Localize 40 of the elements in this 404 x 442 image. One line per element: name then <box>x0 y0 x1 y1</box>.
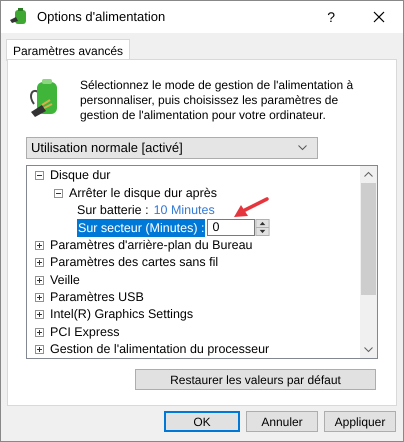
tab[interactable]: Paramètres avancés <box>6 39 130 61</box>
expand-icon[interactable] <box>35 258 44 268</box>
minutes-input[interactable]: 0 <box>207 219 256 236</box>
tree-item[interactable]: Paramètres des cartes sans fil <box>50 253 218 272</box>
window-title: Options d'alimentation <box>37 8 166 26</box>
tree-item[interactable]: PCI Express <box>50 322 120 342</box>
expand-icon[interactable] <box>35 276 44 285</box>
tree-item[interactable]: Gestion de l'alimentation du processeur <box>50 340 270 358</box>
tree-item[interactable]: Veille <box>50 270 80 290</box>
close-icon[interactable] <box>373 11 385 23</box>
collapse-icon[interactable] <box>35 171 44 180</box>
restore-defaults-button[interactable]: Restaurer les valeurs par défaut <box>135 369 376 390</box>
expand-icon[interactable] <box>35 328 44 337</box>
setting-value-link[interactable]: 10 Minutes <box>154 201 215 220</box>
scroll-up-icon[interactable] <box>364 171 373 177</box>
scrollbar[interactable] <box>360 166 377 358</box>
tree-item[interactable]: Paramètres d'arrière-plan du Bureau <box>50 236 252 255</box>
dialog-button[interactable]: OK <box>164 411 240 432</box>
expand-icon[interactable] <box>35 240 44 250</box>
chevron-down-icon <box>298 145 307 151</box>
scroll-thumb[interactable] <box>361 183 376 295</box>
tree-item[interactable]: Paramètres USB <box>50 288 144 307</box>
collapse-icon[interactable] <box>54 188 63 198</box>
dialog-button[interactable]: Annuler <box>246 411 318 432</box>
plan-dropdown[interactable]: Utilisation normale [activé] <box>26 137 318 159</box>
help-button[interactable]: ? <box>327 6 335 28</box>
expand-icon[interactable] <box>35 345 44 354</box>
dialog-button[interactable]: Appliquer <box>324 411 396 432</box>
expand-icon[interactable] <box>35 310 44 320</box>
tree-item[interactable]: Disque dur <box>50 166 110 186</box>
setting-label: Sur batterie : <box>77 202 149 220</box>
setting-label: Sur secteur (Minutes) : <box>77 218 206 238</box>
battery-plug-icon <box>9 8 29 26</box>
description-text: Sélectionnez le mode de gestion de l'alimentation à personnaliser, puis choisissez les paramètres de gestion de l'alimentation pour votre ordinateur. <box>80 78 354 123</box>
spinner-icon[interactable] <box>255 219 270 236</box>
scroll-down-icon[interactable] <box>364 347 373 353</box>
tree-item[interactable]: Intel(R) Graphics Settings <box>50 305 194 324</box>
expand-icon[interactable] <box>35 292 44 302</box>
tree-item[interactable]: Arrêter le disque dur après <box>69 184 217 202</box>
annotation-arrow <box>233 197 269 219</box>
